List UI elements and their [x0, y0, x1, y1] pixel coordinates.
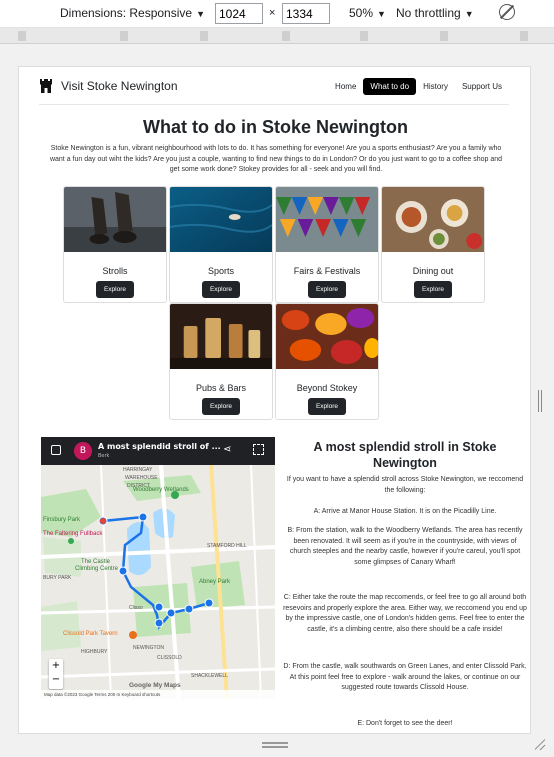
width-input[interactable]: [215, 3, 263, 24]
stroll-intro: If you want to have a splendid stroll ac…: [286, 476, 524, 494]
nav-links: Home What to do History Support Us: [328, 78, 509, 95]
chevron-down-icon: ▼: [196, 9, 205, 19]
media-query-ruler: [0, 28, 554, 44]
chevron-down-icon: ▼: [464, 9, 474, 19]
fullscreen-icon[interactable]: [253, 444, 264, 455]
sports-image: [170, 187, 272, 252]
card-pubs-bars: Pubs & Bars Explore: [169, 303, 273, 420]
map-label-newington: NEWINGTON: [133, 645, 165, 651]
card-title: Strolls: [102, 266, 128, 276]
map-title: A most splendid stroll of ...: [98, 442, 221, 451]
avatar: B: [74, 442, 92, 460]
castle-icon: [40, 79, 52, 93]
map-label-finsbury-park: Finsbury Park: [43, 517, 81, 523]
map-label-castle: The Castle: [81, 559, 111, 565]
explore-button[interactable]: Explore: [96, 281, 134, 298]
card-title: Beyond Stokey: [296, 383, 358, 393]
beyond-stokey-image: [276, 304, 378, 369]
card-title: Pubs & Bars: [195, 383, 247, 393]
map-embed[interactable]: HARRINGAY WAREHOUSE DISTRICT Woodberry W…: [41, 437, 275, 699]
explore-button[interactable]: Explore: [308, 398, 346, 415]
google-logo: Google My Maps: [129, 682, 181, 689]
stroll-step-e: E: Don't forget to see the deer!: [357, 720, 453, 727]
zoom-controls: + −: [49, 659, 63, 689]
stroll-heading: A most splendid stroll in Stoke Newingto…: [313, 440, 497, 470]
stroll-step-d: D: From the castle, walk southwards on G…: [283, 663, 527, 691]
map-label-bury-park: BURY PARK: [43, 575, 72, 581]
zoom-in-icon[interactable]: +: [49, 659, 63, 673]
map-label-shacklewell: SHACKLEWELL: [191, 673, 228, 679]
devtools-toolbar: Dimensions: Responsive▼ × 50%▼ No thrott…: [0, 0, 554, 28]
map-label-clissold-tavern: Clissold Park Tavern: [63, 631, 118, 637]
stroll-step-a: A: Arrive at Manor House Station. It is …: [313, 508, 497, 515]
resize-handle-bottom[interactable]: [262, 742, 288, 748]
card-beyond-stokey: Beyond Stokey Explore: [275, 303, 379, 420]
nav-what-to-do[interactable]: What to do: [363, 78, 417, 95]
nav-support-us[interactable]: Support Us: [455, 78, 509, 95]
sidebar-toggle-icon[interactable]: [51, 445, 61, 455]
explore-button[interactable]: Explore: [202, 281, 240, 298]
explore-button[interactable]: Explore: [414, 281, 452, 298]
height-input[interactable]: [282, 3, 330, 24]
page-title: What to do in Stoke Newington: [143, 117, 408, 137]
page-viewport: Visit Stoke Newington Home What to do Hi…: [18, 66, 531, 734]
throttling-dropdown[interactable]: No throttling ▼: [396, 6, 474, 20]
stroll-step-c: C: Either take the route the map reccome…: [283, 594, 527, 633]
map-label-warehouse: WAREHOUSE: [125, 475, 158, 481]
map-subtitle: Berk: [98, 453, 110, 459]
map-label-stamford-hill: STAMFORD HILL: [207, 543, 247, 549]
resize-handle-right[interactable]: [538, 390, 542, 412]
zoom-out-icon[interactable]: −: [49, 673, 63, 687]
dining-out-image: [382, 187, 484, 252]
card-title: Sports: [207, 266, 234, 276]
card-strolls: Strolls Explore: [63, 186, 167, 303]
nav-home[interactable]: Home: [328, 78, 363, 95]
card-sports: Sports Explore: [169, 186, 273, 303]
map-label-abney-park: Abney Park: [199, 579, 231, 585]
map-label-clissold: CLISSOLD: [157, 655, 182, 661]
pubs-bars-image: [170, 304, 272, 369]
brand[interactable]: Visit Stoke Newington: [39, 78, 178, 94]
fairs-festivals-image: [276, 187, 378, 252]
strolls-image: [64, 187, 166, 252]
card-title: Fairs & Festivals: [293, 266, 361, 276]
map-label-woodberry: Woodberry Wetlands: [133, 487, 189, 493]
map-label-highbury: HIGHBURY: [81, 649, 108, 655]
resize-corner-icon[interactable]: [534, 738, 546, 750]
card-title: Dining out: [412, 266, 454, 276]
map-label-clisso: Clisso: [129, 605, 143, 611]
explore-button[interactable]: Explore: [202, 398, 240, 415]
intro-text: Stoke Newington is a fun, vibrant neighb…: [49, 145, 503, 173]
explore-button[interactable]: Explore: [308, 281, 346, 298]
dimensions-label: Dimensions: Responsive: [60, 6, 193, 20]
stroll-step-b: B: From the station, walk to the Woodber…: [287, 527, 523, 566]
card-dining-out: Dining out Explore: [381, 186, 485, 303]
card-fairs-festivals: Fairs & Festivals Explore: [275, 186, 379, 303]
times-label: ×: [269, 7, 276, 19]
map-label-climbing-centre: Climbing Centre: [75, 566, 119, 572]
map-footer: Map data ©2023 Google Terms 200 m Keyboa…: [41, 690, 275, 699]
navbar: Visit Stoke Newington Home What to do Hi…: [39, 75, 509, 105]
share-icon[interactable]: ⋖: [223, 444, 231, 455]
map-label-faltering-fullback: The Faltering Fullback: [43, 531, 103, 537]
zoom-label: 50%: [349, 6, 374, 20]
nav-history[interactable]: History: [416, 78, 455, 95]
brand-name: Visit Stoke Newington: [61, 79, 178, 93]
map-label-harringay: HARRINGAY: [123, 467, 153, 473]
dimensions-dropdown[interactable]: Dimensions: Responsive ▼: [60, 6, 205, 20]
rotate-disabled-icon[interactable]: [499, 4, 515, 20]
chevron-down-icon: ▼: [377, 9, 386, 19]
map-header: B A most splendid stroll of ... Berk ⋖: [41, 437, 275, 465]
zoom-dropdown[interactable]: 50% ▼: [349, 6, 386, 20]
throttling-label: No throttling: [396, 6, 461, 20]
